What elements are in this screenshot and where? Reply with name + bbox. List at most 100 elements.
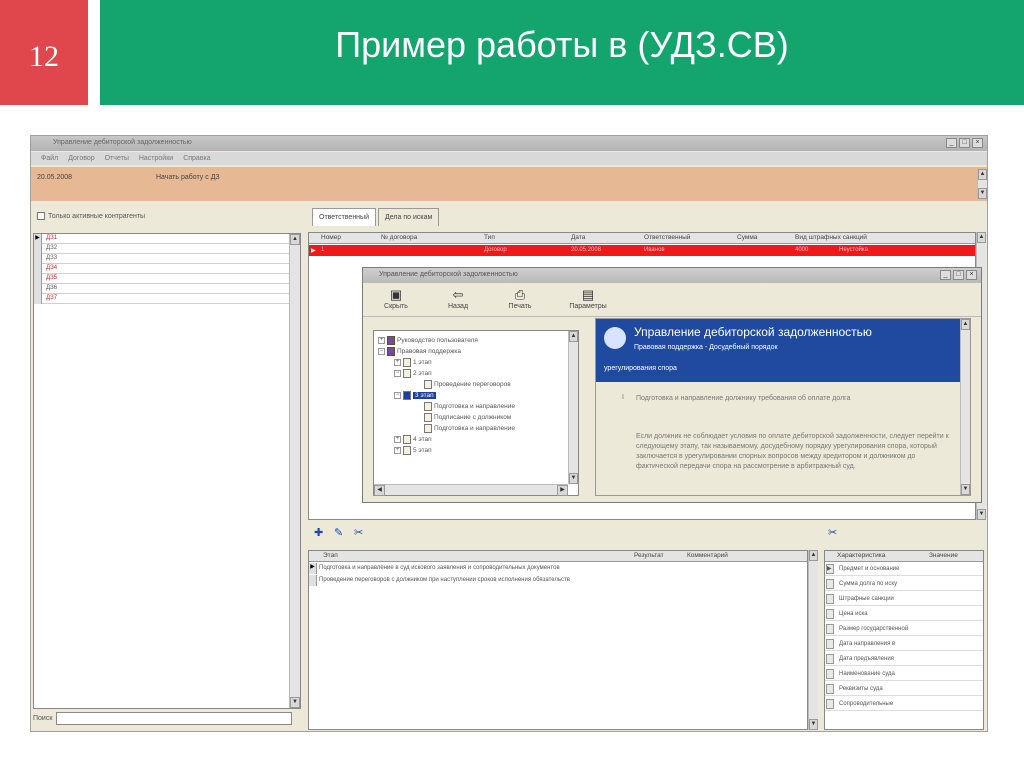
tree-hscrollbar[interactable]: ◀ ▶ xyxy=(374,484,568,496)
delete-scissors-icon[interactable]: ✂ xyxy=(354,526,363,539)
tree-node[interactable]: +5 этап xyxy=(394,445,432,455)
table-row[interactable]: Размер государственной xyxy=(825,623,983,636)
table-row[interactable]: Реквизиты суда xyxy=(825,683,983,696)
scroll-up-arrow-icon[interactable]: ▲ xyxy=(809,550,818,561)
scroll-down-arrow-icon[interactable]: ▼ xyxy=(569,473,578,484)
grid-selected-row[interactable]: ▶ 1 Договор 20.05.2008 Иванов 4000 Неуст… xyxy=(309,245,975,256)
help-scrollbar[interactable]: ▲ ▼ xyxy=(960,319,970,495)
grid-col-penalty[interactable]: Вид штрафных санкций xyxy=(795,234,867,241)
minimize-button[interactable]: _ xyxy=(946,138,957,148)
active-only-checkbox-row[interactable]: Только активные контрагенты xyxy=(37,212,145,220)
tree-node[interactable]: +1 этап xyxy=(394,357,432,367)
list-item[interactable]: ДЗ7 xyxy=(34,294,300,304)
tab-responsible[interactable]: Ответственный xyxy=(312,208,376,226)
table-row[interactable]: Штрафные санкции xyxy=(825,593,983,606)
stages-col-comment[interactable]: Комментарий xyxy=(687,552,728,559)
table-row[interactable]: Дата направления в xyxy=(825,638,983,651)
scroll-down-arrow-icon[interactable]: ▼ xyxy=(290,697,300,708)
tree-node[interactable]: Подготовка и направление xyxy=(424,401,515,411)
table-row[interactable]: Сумма долга по иску xyxy=(825,578,983,591)
tree-vscrollbar[interactable]: ▲ ▼ xyxy=(568,331,578,484)
list-item[interactable]: ДЗ6 xyxy=(34,284,300,294)
back-icon: ⇦ xyxy=(452,287,464,302)
collapse-icon[interactable]: − xyxy=(394,369,401,377)
tree-node[interactable]: Подготовка и направление xyxy=(424,423,515,433)
expand-icon[interactable]: + xyxy=(394,435,401,443)
props-delete-scissors-icon[interactable]: ✂ xyxy=(828,526,837,539)
list-item[interactable]: ДЗ2 xyxy=(34,244,300,254)
tree-node[interactable]: Подписание с должником xyxy=(424,412,511,422)
table-row[interactable]: Дата предъявления xyxy=(825,653,983,666)
grid-col-date[interactable]: Дата xyxy=(571,234,585,241)
row-marker xyxy=(826,624,834,634)
table-row[interactable]: Наименование суда xyxy=(825,668,983,681)
menu-reports[interactable]: Отчеты xyxy=(105,155,129,162)
add-icon[interactable]: ✚ xyxy=(314,526,323,539)
grid-col-responsible[interactable]: Ответственный xyxy=(644,234,690,241)
stages-col-result[interactable]: Результат xyxy=(634,552,664,559)
expand-icon[interactable]: + xyxy=(394,446,401,454)
edit-pin-icon[interactable]: ✎ xyxy=(334,526,343,539)
list-item[interactable]: ДЗ3 xyxy=(34,254,300,264)
menu-help[interactable]: Справка xyxy=(183,155,210,162)
grid-col-sum[interactable]: Сумма xyxy=(737,234,757,241)
tree-node[interactable]: Проведение переговоров xyxy=(424,379,511,389)
scroll-up-arrow-icon[interactable]: ▲ xyxy=(961,319,970,330)
back-button[interactable]: ⇦ Назад xyxy=(433,287,483,310)
row-marker: ▶ xyxy=(826,564,834,574)
active-only-checkbox[interactable] xyxy=(37,212,45,220)
stages-scrollbar[interactable]: ▲ ▼ xyxy=(808,550,818,730)
menu-settings[interactable]: Настройки xyxy=(139,155,173,162)
grid-col-contract[interactable]: № договора xyxy=(381,234,417,241)
hide-button[interactable]: ▣ Скрыть xyxy=(371,287,421,310)
row-pointer-icon: ▶ xyxy=(34,234,42,244)
tree-node[interactable]: − Правовая поддержка xyxy=(378,346,461,356)
tree-node[interactable]: − 2 этап xyxy=(394,368,432,378)
collapse-icon[interactable]: − xyxy=(378,347,385,355)
scroll-down-arrow-icon[interactable]: ▼ xyxy=(809,719,818,730)
props-col-property[interactable]: Характеристика xyxy=(837,552,885,559)
options-button[interactable]: ▤ Параметры xyxy=(563,287,613,310)
tab-lawsuits[interactable]: Дела по искам xyxy=(378,208,440,226)
dialog-close-button[interactable]: × xyxy=(966,270,977,280)
menu-contract[interactable]: Договор xyxy=(68,155,94,162)
scroll-up-arrow-icon[interactable]: ▲ xyxy=(290,234,300,245)
table-row[interactable]: Проведение переговоров с должником при н… xyxy=(309,575,807,586)
info-scrollbar[interactable]: ▲ ▼ xyxy=(977,169,987,199)
scroll-left-arrow-icon[interactable]: ◀ xyxy=(374,485,385,496)
scroll-up-arrow-icon[interactable]: ▲ xyxy=(978,169,987,180)
scroll-down-arrow-icon[interactable]: ▼ xyxy=(961,484,970,495)
expand-icon[interactable]: + xyxy=(378,336,385,344)
collapse-icon[interactable]: − xyxy=(394,391,401,399)
property-label: Реквизиты суда xyxy=(839,686,883,692)
dialog-minimize-button[interactable]: _ xyxy=(940,270,951,280)
props-col-value[interactable]: Значение xyxy=(929,552,958,559)
scroll-down-arrow-icon[interactable]: ▼ xyxy=(977,509,986,520)
table-row[interactable]: Цена иска xyxy=(825,608,983,621)
tree-node[interactable]: − 3 этап xyxy=(394,390,436,400)
dialog-maximize-button[interactable]: □ xyxy=(953,270,964,280)
menu-file[interactable]: Файл xyxy=(41,155,58,162)
search-input[interactable] xyxy=(56,712,293,725)
table-row[interactable]: Сопроводительные xyxy=(825,698,983,711)
list-scrollbar[interactable]: ▲ ▼ xyxy=(289,234,300,708)
grid-col-type[interactable]: Тип xyxy=(484,234,495,241)
close-button[interactable]: × xyxy=(972,138,983,148)
list-item[interactable]: ДЗ4 xyxy=(34,264,300,274)
table-row[interactable]: ▶ Предмет и основание xyxy=(825,563,983,576)
table-row[interactable]: ▶ Подготовка и направление в суд искового… xyxy=(309,563,807,574)
tree-node[interactable]: + Руководство пользователя xyxy=(378,335,478,345)
maximize-button[interactable]: □ xyxy=(959,138,970,148)
stages-col-stage[interactable]: Этап xyxy=(323,552,338,559)
scroll-right-arrow-icon[interactable]: ▶ xyxy=(557,485,568,496)
scroll-up-arrow-icon[interactable]: ▲ xyxy=(977,232,986,243)
tree-node[interactable]: +4 этап xyxy=(394,434,432,444)
slide-number: 12 xyxy=(29,39,59,73)
grid-col-number[interactable]: Номер xyxy=(321,234,341,241)
expand-icon[interactable]: + xyxy=(394,358,401,366)
print-button[interactable]: ⎙ Печать xyxy=(495,287,545,310)
scroll-down-arrow-icon[interactable]: ▼ xyxy=(978,188,987,199)
list-item[interactable]: ДЗ5 xyxy=(34,274,300,284)
list-item[interactable]: ▶ ДЗ1 xyxy=(34,234,300,244)
scroll-up-arrow-icon[interactable]: ▲ xyxy=(569,331,578,342)
